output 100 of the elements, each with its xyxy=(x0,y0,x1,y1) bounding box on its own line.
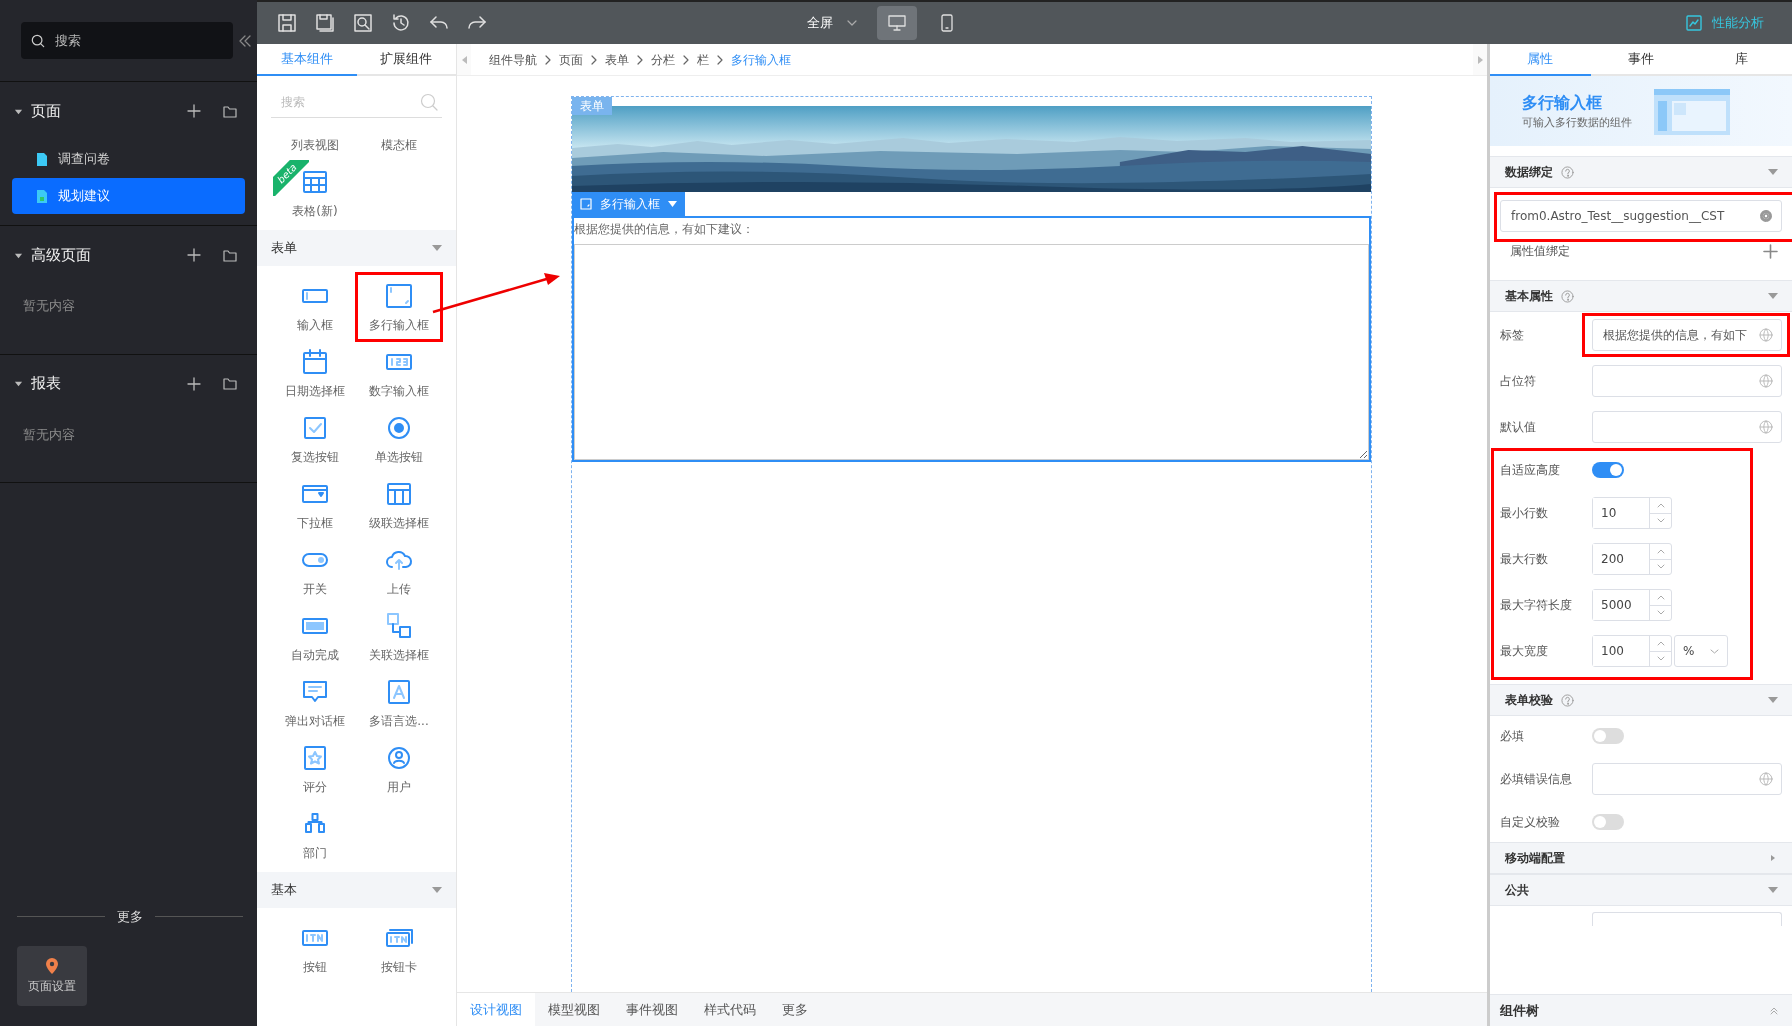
collapse-icon xyxy=(239,33,251,48)
property-label: 占位符 xyxy=(1500,373,1537,390)
component-item[interactable]: 按钮卡 xyxy=(357,916,441,982)
history-icon[interactable] xyxy=(391,13,411,33)
section-title[interactable]: 公共 xyxy=(1505,881,1529,899)
text-field[interactable]: 根据您提供的信息，有如下 xyxy=(1593,320,1781,350)
chevron-down-icon xyxy=(847,20,857,26)
component-item[interactable]: 用户 xyxy=(357,736,441,802)
chart-icon xyxy=(1686,15,1702,31)
page-name: 规划建议 xyxy=(58,187,110,206)
performance-analysis-button[interactable]: 性能分析 xyxy=(1680,12,1770,34)
component-item[interactable]: 单选按钮 xyxy=(357,406,441,472)
group-title[interactable]: 高级页面 xyxy=(31,243,179,267)
plus-icon[interactable] xyxy=(187,376,201,391)
component-item[interactable]: 模态框 xyxy=(357,130,441,160)
group-title[interactable]: 报表 xyxy=(31,372,179,395)
breadcrumb-link[interactable]: 分栏 xyxy=(651,50,675,69)
component-item[interactable]: 复选按钮 xyxy=(273,406,357,472)
increment-icon xyxy=(1656,502,1665,508)
group-title[interactable]: 页面 xyxy=(31,99,179,123)
breadcrumb-link[interactable]: 多行输入框 xyxy=(731,50,791,69)
empty-text: 暂无内容 xyxy=(22,425,76,444)
component-item[interactable]: 弹出对话框 xyxy=(273,670,357,736)
view-tab[interactable]: 模型视图 xyxy=(535,993,613,1026)
number-spinner[interactable]: 10 xyxy=(1592,497,1672,529)
breadcrumb-link[interactable]: 页面 xyxy=(559,50,583,69)
component-item[interactable]: 输入框 xyxy=(273,274,357,340)
preview-icon[interactable] xyxy=(353,13,373,33)
number-spinner[interactable]: 5000 xyxy=(1592,589,1672,621)
gear-icon[interactable] xyxy=(1759,209,1773,223)
component-item[interactable]: 开关 xyxy=(273,538,357,604)
component-item[interactable]: 多行输入框 xyxy=(357,274,441,340)
view-tab[interactable]: 更多 xyxy=(769,993,821,1026)
property-tab[interactable]: 事件 xyxy=(1590,44,1692,76)
toggle-switch[interactable] xyxy=(1592,814,1624,830)
section-title[interactable]: 移动端配置 xyxy=(1505,849,1565,867)
breadcrumb-link[interactable]: 组件导航 xyxy=(489,50,537,69)
search-field[interactable]: 搜索 xyxy=(21,22,233,59)
property-label: 必填 xyxy=(1500,728,1525,745)
component-item[interactable]: 评分 xyxy=(273,736,357,802)
component-item[interactable]: 日期选择框 xyxy=(273,340,357,406)
section-title[interactable]: 数据绑定 xyxy=(1505,163,1553,181)
page-item[interactable]: 调查问卷 xyxy=(12,141,245,177)
component-description: 可输入多行数据的组件 xyxy=(1522,114,1632,131)
component-title: 多行输入框 xyxy=(1522,91,1603,114)
plus-icon[interactable] xyxy=(187,248,201,262)
component-item[interactable]: 列表视图 xyxy=(273,130,357,160)
breadcrumb-link[interactable]: 表单 xyxy=(605,50,629,69)
breadcrumb-link[interactable]: 栏 xyxy=(697,50,709,69)
folder-icon[interactable] xyxy=(223,377,237,390)
toggle-switch[interactable] xyxy=(1592,462,1624,478)
view-mode-dropdown[interactable]: 全屏 xyxy=(797,13,867,33)
property-tab[interactable]: 库 xyxy=(1691,44,1792,76)
toggle-switch[interactable] xyxy=(1592,728,1624,744)
save-icon[interactable] xyxy=(277,13,297,33)
view-tab[interactable]: 样式代码 xyxy=(691,993,769,1026)
number-spinner[interactable]: 200 xyxy=(1592,543,1672,575)
binding-field[interactable]: from0.Astro_Test__suggestion__CST xyxy=(1501,201,1781,231)
desktop-view-button[interactable] xyxy=(877,6,917,40)
property-label: 最大宽度 xyxy=(1500,643,1549,660)
globe-icon xyxy=(1759,374,1773,388)
increment-icon xyxy=(1656,548,1665,554)
section-title[interactable]: 表单校验 xyxy=(1505,691,1553,709)
property-label: 最大行数 xyxy=(1500,551,1549,568)
component-item[interactable]: 多语言选... xyxy=(357,670,441,736)
page-settings-button[interactable]: 页面设置 xyxy=(17,946,87,1006)
number-spinner[interactable]: 100 xyxy=(1592,635,1672,667)
search-field[interactable]: 搜索 xyxy=(53,29,203,52)
component-item[interactable]: 部门 xyxy=(273,802,357,868)
globe-icon xyxy=(1759,328,1773,342)
plus-icon[interactable] xyxy=(1763,243,1778,259)
save-as-icon[interactable] xyxy=(315,13,335,33)
component-item[interactable]: 上传 xyxy=(357,538,441,604)
component-item[interactable]: 自动完成 xyxy=(273,604,357,670)
scroll-right-icon xyxy=(1477,55,1483,64)
file-icon xyxy=(36,151,48,167)
file-icon xyxy=(36,188,48,204)
search-icon xyxy=(31,33,45,48)
page-item[interactable]: 规划建议 xyxy=(12,178,245,214)
input-field[interactable] xyxy=(1592,912,1782,926)
component-item[interactable]: 关联选择框 xyxy=(357,604,441,670)
decrement-icon xyxy=(1656,656,1665,662)
property-label: 自定义校验 xyxy=(1500,814,1561,831)
component-item[interactable]: 数字输入框 xyxy=(357,340,441,406)
component-item[interactable]: 按钮 xyxy=(273,916,357,982)
double-chevron-up-icon xyxy=(1770,1006,1778,1015)
section-title[interactable]: 基本属性 xyxy=(1505,287,1553,305)
view-tab[interactable]: 事件视图 xyxy=(613,993,691,1026)
component-item[interactable]: 下拉框 xyxy=(273,472,357,538)
globe-icon xyxy=(1759,420,1773,434)
panel-tab[interactable]: 基本组件 xyxy=(257,44,357,76)
chevron-down-icon xyxy=(1710,648,1719,654)
component-item[interactable]: 级联选择框 xyxy=(357,472,441,538)
unit-dropdown[interactable]: % xyxy=(1674,635,1728,667)
folder-icon[interactable] xyxy=(223,248,237,262)
plus-icon[interactable] xyxy=(187,104,201,118)
more-label[interactable]: 更多 xyxy=(117,906,143,926)
property-label: 自适应高度 xyxy=(1500,462,1561,479)
folder-icon[interactable] xyxy=(223,104,237,118)
panel-tab[interactable]: 扩展组件 xyxy=(356,44,456,76)
